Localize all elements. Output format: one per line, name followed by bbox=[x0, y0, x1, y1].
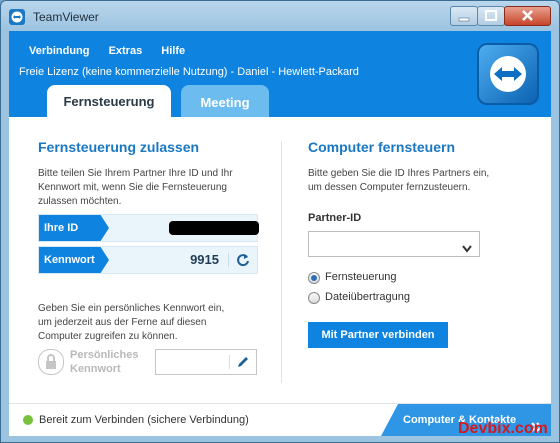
edit-pencil-icon[interactable] bbox=[236, 355, 250, 369]
status-text: Bereit zum Verbinden (sichere Verbindung… bbox=[39, 414, 249, 426]
password-value: 9915 bbox=[190, 252, 219, 267]
password-field: Kennwort 9915 bbox=[38, 246, 258, 274]
your-id-label: Ihre ID bbox=[39, 215, 109, 241]
maximize-button[interactable] bbox=[477, 6, 505, 26]
radio-fernsteuerung-label[interactable]: Fernsteuerung bbox=[325, 271, 397, 283]
desc-line: Bitte geben Sie die ID Ihres Partners ei… bbox=[308, 168, 490, 179]
close-button[interactable] bbox=[504, 6, 551, 26]
personal-password-description: Geben Sie ein persönliches Kennwort ein,… bbox=[38, 302, 224, 344]
column-divider bbox=[281, 141, 282, 383]
radio-fernsteuerung[interactable] bbox=[308, 272, 320, 284]
field-separator bbox=[228, 253, 229, 267]
partner-id-combobox[interactable] bbox=[308, 231, 480, 257]
radio-dateiuebertragung[interactable] bbox=[308, 292, 320, 304]
allow-remote-description: Bitte teilen Sie Ihrem Partner Ihre ID u… bbox=[38, 167, 233, 209]
desc-line: Geben Sie ein persönliches Kennwort ein, bbox=[38, 303, 225, 314]
password-label: Kennwort bbox=[39, 247, 109, 273]
watermark-text: Devbix.com bbox=[458, 420, 548, 437]
menu-hilfe[interactable]: Hilfe bbox=[161, 45, 185, 57]
menu-verbindung[interactable]: Verbindung bbox=[29, 45, 90, 57]
control-remote-heading: Computer fernsteuern bbox=[308, 139, 456, 155]
field-separator bbox=[229, 355, 230, 369]
teamviewer-logo-icon bbox=[9, 9, 25, 25]
status-ok-icon bbox=[23, 415, 33, 425]
allow-remote-heading: Fernsteuerung zulassen bbox=[38, 139, 200, 155]
menu-extras[interactable]: Extras bbox=[109, 45, 143, 57]
desc-line: zulassen möchten. bbox=[38, 196, 122, 207]
desc-line: Kennwort mit, wenn Sie die Fernsteuerung bbox=[38, 182, 227, 193]
lock-icon bbox=[38, 349, 64, 375]
label-line: Persönliches bbox=[70, 349, 139, 361]
license-text: Freie Lizenz (keine kommerzielle Nutzung… bbox=[19, 66, 359, 78]
control-remote-description: Bitte geben Sie die ID Ihres Partners ei… bbox=[308, 167, 489, 195]
desc-line: um dessen Computer fernzusteuern. bbox=[308, 182, 471, 193]
menu-bar: Verbindung Extras Hilfe bbox=[29, 45, 201, 57]
radio-dateiuebertragung-label[interactable]: Dateiübertragung bbox=[325, 291, 410, 303]
desc-line: Bitte teilen Sie Ihrem Partner Ihre ID u… bbox=[38, 168, 233, 179]
window-title: TeamViewer bbox=[33, 10, 99, 24]
chevron-down-icon[interactable] bbox=[462, 240, 472, 253]
your-id-field: Ihre ID bbox=[38, 214, 259, 242]
desc-line: um jederzeit aus der Ferne auf diesen bbox=[38, 317, 207, 328]
main-panel: Fernsteuerung zulassen Bitte teilen Sie … bbox=[9, 117, 551, 403]
minimize-button[interactable] bbox=[450, 6, 478, 26]
tab-meeting[interactable]: Meeting bbox=[181, 85, 269, 117]
your-id-redacted bbox=[169, 221, 259, 235]
title-bar: TeamViewer bbox=[1, 1, 559, 31]
personal-password-label: Persönliches Kennwort bbox=[70, 348, 138, 376]
personal-password-input[interactable] bbox=[155, 349, 257, 375]
teamviewer-brand-icon bbox=[477, 43, 539, 105]
teamviewer-window: TeamViewer Verbindung Extras Hilfe Freie… bbox=[0, 0, 560, 443]
partner-id-label: Partner-ID bbox=[308, 212, 362, 224]
connect-partner-button[interactable]: Mit Partner verbinden bbox=[308, 322, 448, 348]
refresh-password-icon[interactable] bbox=[235, 252, 251, 268]
desc-line: Computer zugreifen zu können. bbox=[38, 331, 178, 342]
tab-fernsteuerung[interactable]: Fernsteuerung bbox=[47, 85, 171, 117]
label-line: Kennwort bbox=[70, 363, 121, 375]
